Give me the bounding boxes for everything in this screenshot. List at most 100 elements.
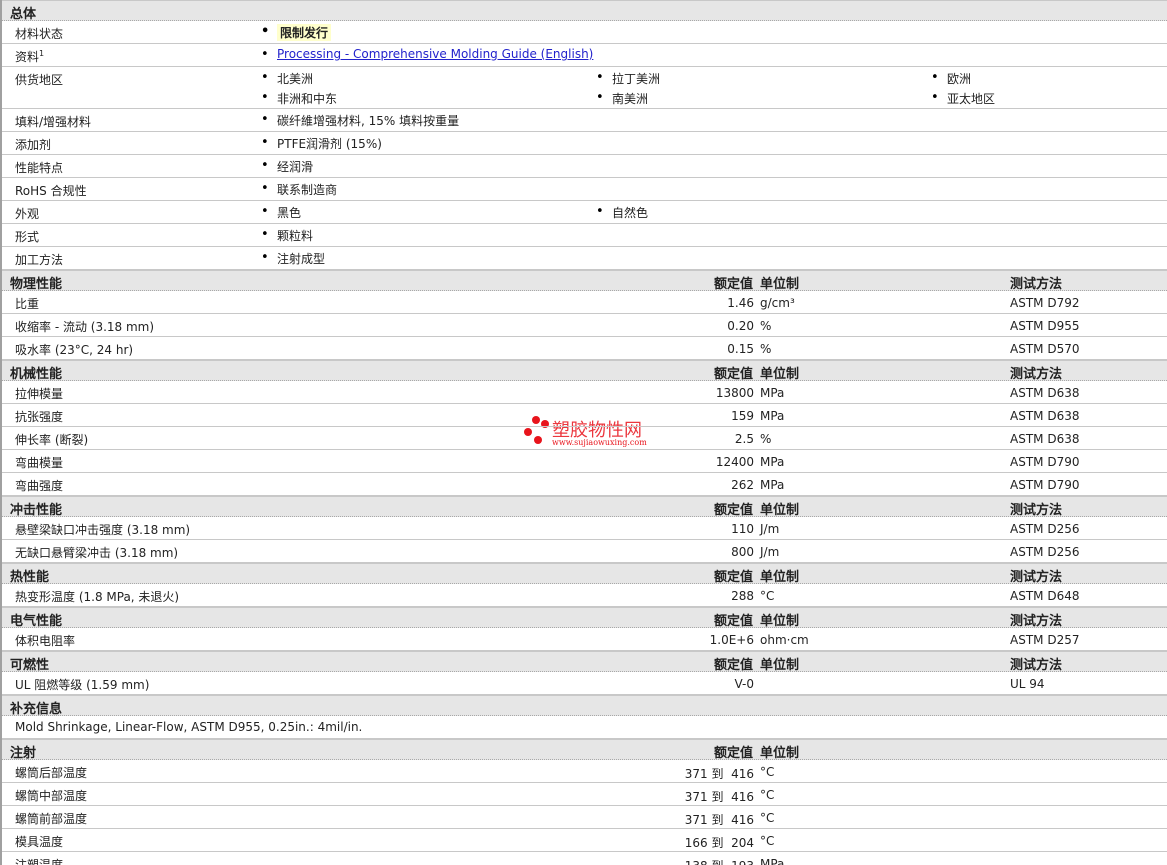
column-header-value: 额定值 [713, 503, 753, 518]
property-row: 外观 黑色 自然色 [2, 201, 1167, 224]
bullet-item: 联系制造商 [261, 181, 337, 198]
property-label: 螺筒前部温度 [15, 812, 88, 826]
column-header-unit: 单位制 [760, 746, 800, 761]
property-label: 填料/增强材料 [15, 113, 91, 130]
property-label: 抗张强度 [15, 410, 64, 424]
test-method: ASTM D648 [1010, 589, 1080, 603]
property-label: 螺筒中部温度 [15, 789, 88, 803]
property-label: 体积电阻率 [15, 634, 76, 648]
property-row: 无缺口悬臂梁冲击 (3.18 mm) 800 J/m ASTM D256 [2, 540, 1167, 563]
property-unit: °C [760, 788, 775, 802]
property-label-text: 性能特点 [15, 161, 64, 175]
section-header: 冲击性能 额定值 单位制 测试方法 [2, 496, 1167, 518]
property-row: 螺筒前部温度 371 到 416 °C [2, 806, 1167, 829]
property-label: 材料状态 [15, 25, 63, 42]
property-row: 注塑温度 138 到 193 MPa [2, 852, 1167, 865]
test-method: ASTM D570 [1010, 342, 1080, 356]
property-value: 1.0E+6 [709, 633, 754, 647]
test-method: ASTM D638 [1010, 432, 1080, 446]
property-value: 166 到 204 [684, 836, 754, 850]
section-title: 补充信息 [10, 702, 63, 717]
section-title: 冲击性能 [10, 503, 63, 518]
section-title: 机械性能 [10, 367, 63, 382]
property-label-text: 供货地区 [15, 73, 64, 87]
property-label: 收缩率 - 流动 (3.18 mm) [15, 320, 155, 334]
property-label: RoHS 合规性 [15, 182, 87, 199]
test-method: ASTM D955 [1010, 319, 1080, 333]
property-row: 热变形温度 (1.8 MPa, 未退火) 288 °C ASTM D648 [2, 584, 1167, 607]
column-header-unit: 单位制 [760, 503, 800, 518]
property-value: 138 到 193 [685, 857, 754, 865]
test-method: ASTM D638 [1010, 386, 1080, 400]
bullet-item: 欧洲 [931, 70, 971, 87]
property-row: 拉伸模量 13800 MPa ASTM D638 [2, 381, 1167, 404]
property-label: 吸水率 (23°C, 24 hr) [15, 343, 134, 357]
property-unit: % [760, 432, 772, 446]
document-link[interactable]: Processing - Comprehensive Molding Guide… [277, 47, 593, 61]
datasheet-page: 塑胶物性网 www.sujiaowuxing.com 总体材料状态限制发行资料1… [0, 0, 1167, 865]
property-value: 371 到 416 [684, 813, 754, 827]
column-header-method: 测试方法 [1010, 503, 1063, 518]
property-unit: MPa [760, 857, 785, 865]
bullet-item: 亚太地区 [931, 90, 995, 107]
property-row: 收缩率 - 流动 (3.18 mm) 0.20% ASTM D955 [2, 314, 1167, 337]
column-header-method: 测试方法 [1010, 658, 1063, 673]
property-unit: % [760, 342, 772, 356]
property-value: 0.15 [727, 342, 754, 356]
property-label-text: 形式 [15, 230, 40, 244]
property-value: 1.46 [727, 296, 754, 310]
property-label: 资料1 [15, 48, 44, 65]
column-header-unit: 单位制 [760, 367, 800, 382]
footnote-marker: 1 [39, 49, 45, 58]
column-header-value: 额定值 [713, 746, 753, 761]
section-title: 电气性能 [10, 614, 63, 629]
property-row: 模具温度 166 到 204 °C [2, 829, 1167, 852]
property-value: 800 [731, 545, 754, 559]
property-label-text: 加工方法 [15, 253, 64, 267]
section-title: 物理性能 [10, 277, 63, 292]
bullet-item: PTFE润滑剂 (15%) [261, 135, 382, 152]
property-value: 371 到 416 [684, 790, 754, 804]
column-header-unit: 单位制 [760, 570, 800, 585]
property-value: 159 [731, 409, 754, 423]
property-unit: MPa [760, 478, 785, 492]
property-label: 弯曲强度 [15, 479, 64, 493]
column-header-unit: 单位制 [760, 658, 800, 673]
property-unit: °C [760, 811, 775, 825]
property-label: 性能特点 [15, 159, 63, 176]
property-label: 拉伸模量 [15, 387, 64, 401]
property-label: 热变形温度 (1.8 MPa, 未退火) [15, 590, 180, 604]
property-label: 形式 [15, 228, 39, 245]
property-row: 弯曲模量 12400 MPa ASTM D790 [2, 450, 1167, 473]
property-row: 资料1 Processing - Comprehensive Molding Gu… [2, 44, 1167, 67]
property-unit: J/m [760, 522, 780, 536]
property-label-text: 材料状态 [15, 27, 64, 41]
bullet-item: Processing - Comprehensive Molding Guide… [261, 47, 593, 62]
property-unit: °C [760, 834, 775, 848]
property-row: 填料/增强材料 碳纤維增强材料, 15% 填料按重量 [2, 109, 1167, 132]
property-row: 抗张强度 159 MPa ASTM D638 [2, 404, 1167, 427]
property-label-text: 填料/增强材料 [15, 115, 92, 129]
property-row: 吸水率 (23°C, 24 hr) 0.15% ASTM D570 [2, 337, 1167, 360]
property-label: 外观 [15, 205, 39, 222]
property-value: 0.20 [727, 319, 754, 333]
property-value: 110 [731, 522, 754, 536]
property-row: 性能特点 经润滑 [2, 155, 1167, 178]
property-unit: g/cm³ [760, 296, 795, 310]
column-header-value: 额定值 [713, 614, 753, 629]
property-label-text: 添加剂 [15, 138, 52, 152]
test-method: ASTM D256 [1010, 545, 1080, 559]
property-row: 添加剂 PTFE润滑剂 (15%) [2, 132, 1167, 155]
property-row: RoHS 合规性 联系制造商 [2, 178, 1167, 201]
property-unit: % [760, 319, 772, 333]
property-value: V-0 [734, 677, 754, 691]
property-unit: °C [760, 589, 775, 603]
property-label: Mold Shrinkage, Linear-Flow, ASTM D955, … [15, 720, 363, 734]
property-unit: MPa [760, 409, 785, 423]
section-header: 机械性能 额定值 单位制 测试方法 [2, 360, 1167, 382]
property-label: 比重 [15, 297, 40, 311]
property-label: 供货地区 [15, 71, 63, 88]
property-value: 371 到 416 [684, 767, 754, 781]
column-header-value: 额定值 [713, 367, 753, 382]
property-unit: J/m [760, 545, 780, 559]
